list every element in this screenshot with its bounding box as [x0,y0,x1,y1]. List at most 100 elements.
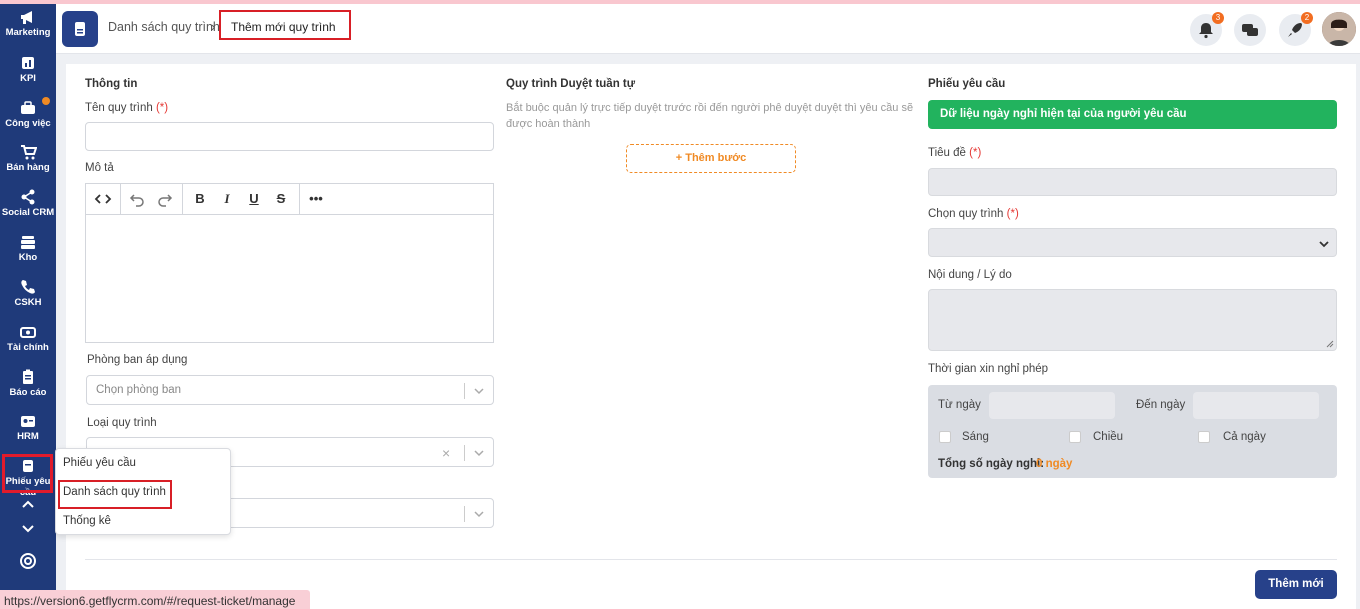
subject-label: Tiêu đề (*) [928,147,982,159]
sidebar-item-kho[interactable]: Kho [0,231,56,275]
leave-time-box: Từ ngày Đến ngày Sáng Chiều Cả ngày Tổng… [928,385,1337,478]
process-type-label: Loại quy trình [87,417,157,429]
italic-icon[interactable]: I [218,190,236,208]
content-textarea[interactable] [928,289,1337,351]
sidebar-item-label: KPI [20,73,36,84]
chevron-down-icon [474,388,484,395]
redo-icon[interactable] [156,190,174,208]
breadcrumb-current: Thêm mới quy trình [219,10,351,40]
section-title-request: Phiếu yêu cầu [928,78,1006,90]
clipboard-icon [23,369,33,384]
fullday-label: Cả ngày [1223,431,1266,443]
morning-checkbox[interactable] [939,431,951,443]
notification-badge: 3 [1212,12,1224,24]
sidebar-item-hrm[interactable]: HRM [0,410,56,454]
chevron-down-icon [1319,241,1329,248]
sidebar-item-label: CSKH [14,297,42,308]
chevron-down-icon [474,511,484,518]
afternoon-label: Chiều [1093,431,1124,443]
warehouse-icon [21,236,35,249]
to-date-input[interactable] [1193,392,1319,419]
sidebar-item-label: Marketing [5,27,51,38]
breadcrumb-parent[interactable]: Danh sách quy trình [108,20,220,34]
active-item-highlight [2,454,53,493]
avatar[interactable] [1322,12,1356,46]
sidebar-item-cskh[interactable]: CSKH [0,276,56,320]
total-days-label: Tổng số ngày nghỉ: [938,458,1045,470]
breadcrumb-separator: › [211,19,216,34]
more-options-icon[interactable]: ••• [307,190,325,208]
submenu-highlight [58,480,172,509]
department-placeholder: Chọn phòng ban [96,384,182,396]
chevron-up-icon[interactable] [21,499,35,509]
sidebar-item-label: Kho [18,252,38,263]
leave-time-label: Thời gian xin nghỉ phép [928,363,1049,375]
approval-description: Bắt buộc quản lý trực tiếp duyệt trước r… [506,102,914,130]
sidebar: Marketing KPI Công việc Bán hàng Social … [0,4,56,609]
id-card-icon [21,416,35,427]
sidebar-item-bao-cao[interactable]: Báo cáo [0,366,56,410]
share-icon [21,189,35,205]
clear-icon[interactable]: × [442,445,450,461]
chat-button[interactable] [1234,14,1266,46]
chart-icon [22,57,34,69]
to-date-label: Đến ngày [1136,399,1186,411]
process-select-label: Chọn quy trình (*) [928,208,1019,220]
footer-divider [85,559,1337,560]
department-select[interactable]: Chọn phòng ban [86,375,494,405]
submenu-item-thong-ke[interactable]: Thống kê [63,515,111,527]
subject-input[interactable] [928,168,1337,196]
code-view-icon[interactable] [94,190,112,208]
submit-button[interactable]: Thêm mới [1255,570,1337,599]
sidebar-item-label: Công việc [5,118,51,129]
undo-icon[interactable] [128,190,146,208]
status-url: https://version6.getflycrm.com/#/request… [0,590,310,609]
chat-icon [1242,24,1258,36]
chevron-down-icon [474,450,484,457]
briefcase-icon [21,101,35,114]
cart-icon [21,145,37,160]
afternoon-checkbox[interactable] [1069,431,1081,443]
process-select[interactable] [928,228,1337,257]
resize-handle-icon[interactable] [1326,340,1334,348]
sidebar-item-marketing[interactable]: Marketing [0,6,56,50]
underline-icon[interactable]: U [245,190,263,208]
bold-icon[interactable]: B [191,190,209,208]
morning-label: Sáng [962,431,989,443]
phone-icon [21,280,35,294]
megaphone-icon [21,11,32,24]
from-date-input[interactable] [989,392,1115,419]
notification-dot [42,97,50,105]
name-label: Tên quy trình (*) [85,102,169,114]
editor-toolbar: B I U S ••• [86,184,493,215]
sidebar-item-kpi[interactable]: KPI [0,52,56,96]
leave-data-button[interactable]: Dữ liệu ngày nghỉ hiện tại của người yêu… [928,100,1337,129]
from-date-label: Từ ngày [938,399,981,411]
description-editor[interactable]: B I U S ••• [85,183,494,343]
sidebar-item-label: HRM [17,431,39,442]
process-name-input[interactable] [85,122,494,151]
sidebar-item-ban-hang[interactable]: Bán hàng [0,141,56,185]
sidebar-item-label: Tài chính [7,342,49,353]
submenu-popup: Phiếu yêu cầu Danh sách quy trình Thống … [55,448,231,535]
sidebar-item-social-crm[interactable]: Social CRM [0,186,56,230]
department-label: Phòng ban áp dụng [87,354,188,366]
chevron-down-icon[interactable] [21,524,35,534]
add-step-button[interactable]: + Thêm bước [626,144,796,173]
rocket-badge: 2 [1301,12,1313,24]
description-label: Mô tả [85,162,114,174]
submenu-item-phieu-yeu-cau[interactable]: Phiếu yêu cầu [63,457,136,469]
content-label: Nội dung / Lý do [928,269,1012,281]
rocket-button[interactable]: 2 [1279,12,1313,46]
strikethrough-icon[interactable]: S [272,190,290,208]
top-header: Danh sách quy trình › Thêm mới quy trình… [56,4,1360,54]
money-icon [20,327,36,338]
sidebar-item-tai-chinh[interactable]: Tài chính [0,321,56,365]
sidebar-item-label: Social CRM [1,207,55,218]
sidebar-item-label: Báo cáo [9,387,47,398]
support-icon[interactable] [19,552,37,570]
notification-button[interactable]: 3 [1190,12,1224,46]
fullday-checkbox[interactable] [1198,431,1210,443]
section-title-approval: Quy trình Duyệt tuần tự [506,78,636,90]
section-title-info: Thông tin [85,78,138,90]
